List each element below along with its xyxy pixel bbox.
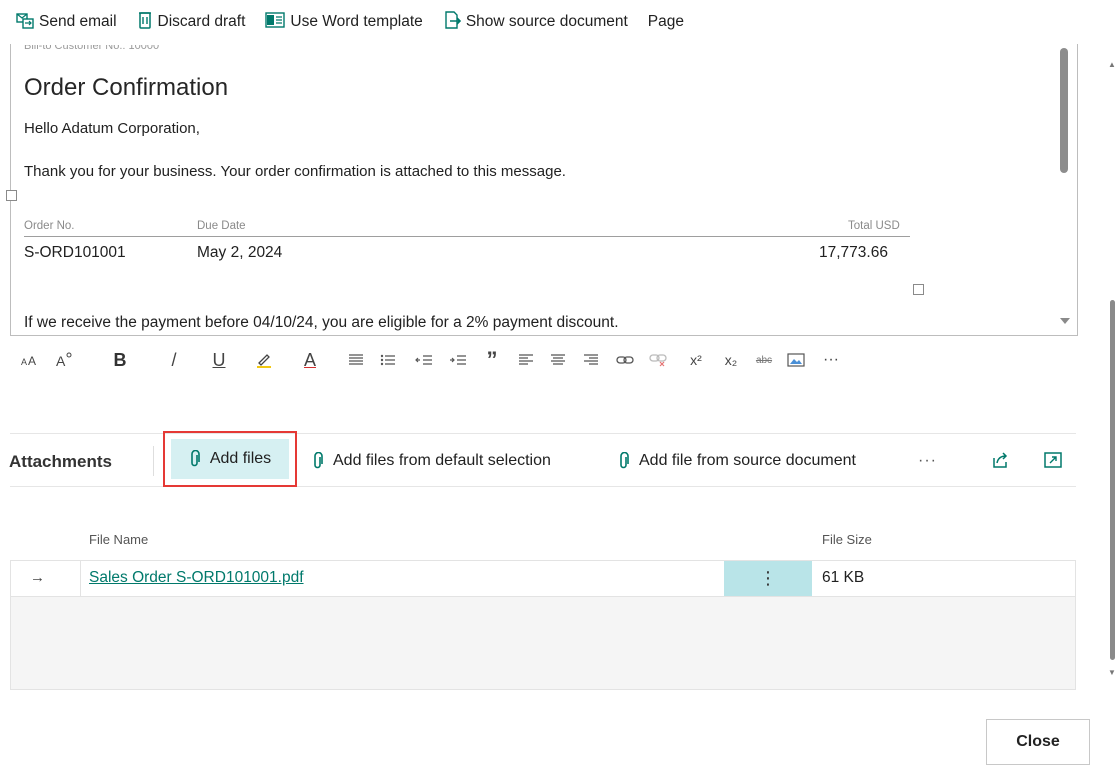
add-files-button[interactable]: Add files — [171, 439, 289, 479]
discount-text: If we receive the payment before 04/10/2… — [24, 314, 619, 331]
layout-checkbox[interactable] — [6, 190, 17, 201]
column-header-order-no: Order No. — [24, 220, 75, 232]
page-menu-label: Page — [647, 13, 684, 30]
add-files-default-selection-label: Add files from default selection — [333, 452, 551, 469]
send-email-button[interactable]: Send email — [16, 11, 117, 34]
show-document-icon — [443, 10, 466, 34]
highlight-icon[interactable] — [252, 348, 276, 372]
order-number-cell: S-ORD101001 — [24, 244, 126, 261]
add-files-highlight: Add files — [163, 431, 297, 487]
total-cell: 17,773.66 — [819, 244, 888, 261]
column-header-due-date: Due Date — [197, 220, 246, 232]
use-word-template-button[interactable]: Use Word template — [265, 11, 423, 34]
add-files-label: Add files — [209, 450, 272, 467]
increase-indent-icon[interactable] — [446, 348, 470, 372]
page-scroll-down-arrow[interactable]: ▼ — [1108, 668, 1115, 677]
superscript-button[interactable]: x² — [681, 348, 711, 372]
paperclip-icon — [189, 450, 201, 468]
table-divider — [24, 236, 910, 237]
insert-image-icon[interactable] — [784, 348, 808, 372]
column-header-file-size: File Size — [822, 532, 872, 547]
font-size-icon[interactable]: AA — [18, 348, 42, 372]
email-heading: Order Confirmation — [24, 74, 229, 101]
show-source-document-label: Show source document — [465, 13, 628, 30]
send-email-label: Send email — [39, 13, 117, 30]
bulleted-list-icon[interactable] — [376, 348, 400, 372]
align-center-icon[interactable] — [546, 348, 570, 372]
page-menu-button[interactable]: Page — [648, 13, 684, 31]
show-source-document-button[interactable]: Show source document — [443, 10, 628, 34]
italic-button[interactable]: / — [162, 348, 186, 372]
action-toolbar: Send email Discard draft Use Word templa… — [16, 8, 704, 36]
column-header-file-name: File Name — [89, 532, 149, 547]
row-actions-menu-button[interactable]: ⋮ — [724, 561, 812, 596]
align-justify-icon[interactable] — [344, 348, 368, 372]
svg-text:A: A — [56, 353, 66, 368]
due-date-cell: May 2, 2024 — [197, 244, 283, 261]
discard-draft-label: Discard draft — [157, 13, 246, 30]
attachments-title: Attachments — [9, 452, 112, 471]
more-formatting-button[interactable]: ··· — [816, 348, 846, 372]
bold-button[interactable]: B — [108, 348, 132, 372]
use-word-template-label: Use Word template — [290, 13, 423, 30]
close-button[interactable]: Close — [986, 719, 1090, 765]
add-file-source-document-label: Add file from source document — [639, 452, 856, 469]
quote-button[interactable]: ” — [480, 347, 504, 372]
underline-button[interactable]: U — [207, 348, 231, 372]
file-name-link[interactable]: Sales Order S-ORD101001.pdf — [89, 569, 304, 587]
align-right-icon[interactable] — [579, 348, 603, 372]
discard-draft-button[interactable]: Discard draft — [137, 11, 246, 34]
attachments-more-button[interactable]: ··· — [918, 452, 937, 470]
row-divider — [80, 561, 81, 596]
share-icon[interactable] — [990, 450, 1010, 475]
font-color-button[interactable]: A — [298, 348, 322, 372]
column-header-total: Total USD — [848, 220, 900, 232]
add-file-source-document-button[interactable]: Add file from source document — [618, 452, 856, 470]
remove-link-icon[interactable] — [646, 348, 670, 372]
email-greeting: Hello Adatum Corporation, — [24, 120, 200, 137]
file-size-cell: 61 KB — [822, 569, 865, 586]
cut-off-header-text: Bill-to Customer No.: 10000 — [24, 45, 160, 52]
decrease-indent-icon[interactable] — [412, 348, 436, 372]
email-body-text: Thank you for your business. Your order … — [24, 163, 566, 180]
svg-text:A: A — [21, 357, 27, 367]
subscript-button[interactable]: x₂ — [716, 348, 746, 372]
paperclip-icon — [618, 452, 639, 470]
svg-text:A: A — [28, 354, 36, 367]
editor-scroll-down-arrow[interactable] — [1060, 318, 1070, 324]
send-email-icon — [16, 11, 39, 34]
editor-scrollbar-thumb[interactable] — [1060, 48, 1068, 173]
attachments-separator — [153, 446, 154, 476]
font-style-icon[interactable]: A — [52, 348, 76, 372]
strikethrough-button[interactable]: abc — [750, 348, 778, 372]
paperclip-icon — [312, 452, 333, 470]
page-scroll-up-arrow[interactable]: ▲ — [1108, 60, 1115, 69]
trash-icon — [137, 11, 158, 34]
layout-checkbox-2[interactable] — [913, 284, 924, 295]
page-scrollbar-thumb[interactable] — [1110, 300, 1115, 660]
expand-icon[interactable] — [1043, 450, 1063, 475]
add-files-default-selection-button[interactable]: Add files from default selection — [312, 452, 551, 470]
insert-link-icon[interactable] — [613, 348, 637, 372]
word-template-icon — [265, 11, 290, 34]
row-indicator-arrow: → — [30, 569, 45, 586]
align-left-icon[interactable] — [514, 348, 538, 372]
